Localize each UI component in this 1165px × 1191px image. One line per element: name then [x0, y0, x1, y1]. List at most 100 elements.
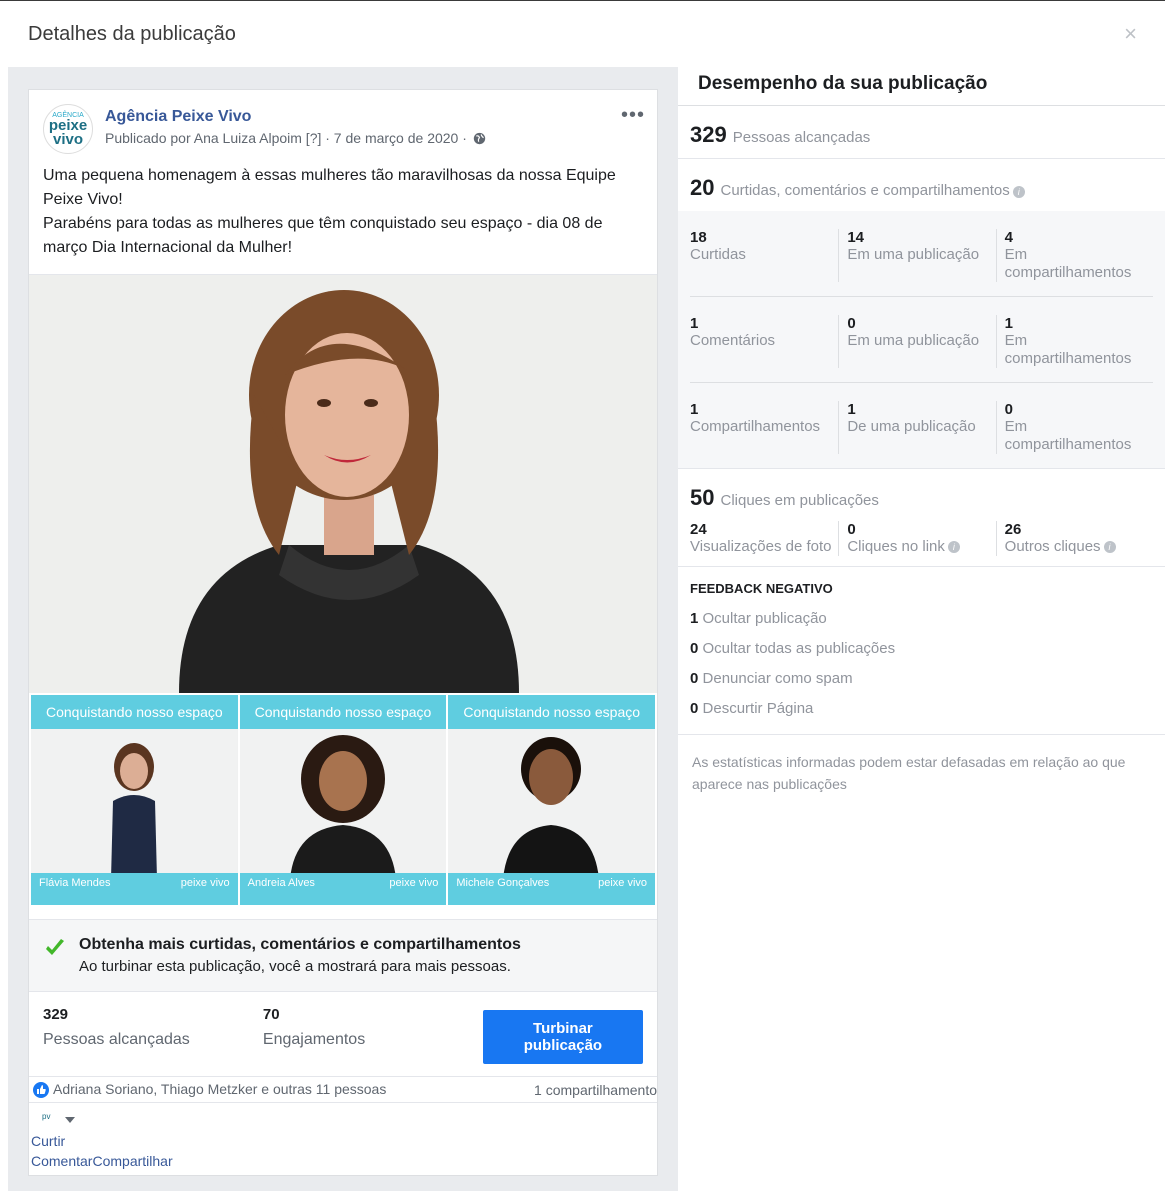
cell-number: 1 [847, 401, 856, 418]
cell-number: 26 [1004, 521, 1022, 538]
cell-label: Cliques no link i [847, 538, 995, 556]
cell-label: Em compartilhamentos [1004, 246, 1132, 281]
cell-number: 1 [1004, 315, 1013, 332]
post-card: AGÊNCIA peixe vivo Agência Peixe Vivo Pu… [28, 89, 658, 1177]
negative-feedback-grid: 1 Ocultar publicação 0 Ocultar todas as … [678, 604, 1165, 734]
neg-count: 1 [690, 610, 699, 627]
dialog-title: Detalhes da publicação [28, 22, 236, 45]
info-icon[interactable]: i [947, 541, 960, 554]
cell-number: 1 [690, 401, 699, 418]
like-action[interactable]: Curtir [31, 1131, 655, 1151]
breakdown-cell: 1 Comentários [690, 315, 838, 368]
post-stats: 329 Pessoas alcançadas 70 Engajamentos T… [29, 992, 657, 1077]
engagement-stat: 70 Engajamentos [263, 1006, 483, 1049]
cell-label-text: Outros cliques [1004, 538, 1101, 555]
performance-panel: Desempenho da sua publicação 329 Pessoas… [678, 67, 1165, 1191]
thumbnail-1[interactable]: Conquistando nosso espaço Flávia Mendes … [31, 695, 238, 905]
cell-number: 0 [847, 315, 856, 332]
reach-total-label: Pessoas alcançadas [732, 129, 871, 146]
shares-count[interactable]: 1 compartilhamento [534, 1082, 657, 1098]
cell-label: Comentários [690, 332, 776, 349]
woman-photo-image [31, 729, 237, 879]
main-photo[interactable] [29, 274, 657, 693]
reach-stat: 329 Pessoas alcançadas [43, 1006, 263, 1049]
cell-number: 0 [847, 521, 856, 538]
post-details-dialog: Detalhes da publicação × AGÊNCIA peixe v… [0, 0, 1165, 1191]
cell-label: Outros cliques i [1005, 538, 1153, 556]
close-icon[interactable]: × [1124, 21, 1137, 47]
breakdown-cell: 1 De uma publicação [838, 401, 995, 454]
reactions-bar: Adriana Soriano, Thiago Metzker e outras… [29, 1077, 657, 1104]
reach-total: 329 [690, 122, 727, 147]
reactors-text: Adriana Soriano, Thiago Metzker e outras… [53, 1081, 387, 1097]
checkmark-icon [46, 939, 64, 955]
cell-label: Compartilhamentos [690, 418, 821, 435]
thumb-footer: Andreia Alves peixe vivo [239, 873, 447, 905]
more-options-icon[interactable]: ••• [621, 104, 645, 127]
comment-action[interactable]: Comentar [31, 1153, 92, 1169]
photo-thumbnails: Conquistando nosso espaço Flávia Mendes … [29, 695, 657, 905]
boost-prompt: Obtenha mais curtidas, comentários e com… [29, 919, 657, 992]
post-preview-panel: AGÊNCIA peixe vivo Agência Peixe Vivo Pu… [8, 67, 678, 1191]
clicks-breakdown: 24 Visualizações de foto 0 Cliques no link… [678, 521, 1165, 567]
thumb-heading: Conquistando nosso espaço [31, 695, 238, 729]
thumb-person-name: Flávia Mendes [39, 877, 111, 889]
thumb-logo-text: peixe vivo [389, 877, 439, 889]
info-icon[interactable]: i [1012, 186, 1025, 198]
reactors[interactable]: Adriana Soriano, Thiago Metzker e outras… [33, 1081, 387, 1099]
cell-label: Em compartilhamentos [1004, 418, 1132, 453]
cell-label: Curtidas [690, 246, 746, 263]
post-meta-text: Publicado por Ana Luiza Alpoim [?] · 7 d… [105, 130, 467, 146]
breakdown-cell: 0 Em uma publicação [838, 315, 995, 368]
cell-label: Em uma publicação [847, 246, 980, 263]
like-icon [33, 1082, 49, 1099]
thumb-footer: Michele Gonçalves peixe vivo [448, 873, 656, 905]
neg-item: 1 Ocultar publicação [690, 604, 924, 634]
boost-post-button[interactable]: Turbinar publicação [482, 1010, 644, 1064]
thumb-logo-text: peixe vivo [598, 877, 648, 889]
neg-label: Descurtir Página [702, 700, 814, 717]
engagement-total: 20 [690, 175, 715, 200]
comment-share-actions: ComentarCompartilhar [31, 1151, 655, 1171]
cell-label: De uma publicação [847, 418, 976, 435]
engagement-total-label: Curtidas, comentários e compartilhamento… [720, 182, 1010, 199]
shares-row: 1 Compartilhamentos 1 De uma publicação 0E… [690, 383, 1153, 468]
cell-number: 14 [847, 229, 865, 246]
cell-number: 24 [690, 521, 707, 538]
page-avatar[interactable]: AGÊNCIA peixe vivo [43, 104, 93, 154]
thumb-heading: Conquistando nosso espaço [448, 695, 656, 729]
info-icon[interactable]: i [1103, 541, 1116, 554]
neg-item: 0 Denunciar como spam [690, 664, 924, 694]
page-name-link[interactable]: Agência Peixe Vivo [105, 108, 486, 126]
engagement-label: Engajamentos [262, 1031, 366, 1048]
boost-title: Obtenha mais curtidas, comentários e com… [79, 936, 521, 953]
thumb-person-name: Michele Gonçalves [456, 877, 550, 889]
clicks-total: 50 [690, 485, 715, 510]
share-action[interactable]: Compartilhar [92, 1153, 172, 1169]
neg-item: 0 Ocultar todas as publicações [690, 634, 924, 664]
thumbnail-3[interactable]: Conquistando nosso espaço Michele Gonçal… [448, 695, 656, 905]
cell-number: 4 [1004, 229, 1013, 246]
engagement-breakdown: 18 Curtidas 14 Em uma publicação 4 Em compa… [678, 211, 1165, 468]
dialog-header: Detalhes da publicação × [0, 1, 1165, 67]
breakdown-cell: 1 Em compartilhamentos [995, 315, 1153, 368]
neg-label: Denunciar como spam [702, 670, 853, 687]
breakdown-cell: 1 Compartilhamentos [690, 401, 838, 454]
cell-number: 1 [690, 315, 699, 332]
reach-summary: 329 Pessoas alcançadas [678, 106, 1165, 159]
engagement-number: 70 [262, 1006, 280, 1023]
breakdown-cell: 0 Em compartilhamentos [995, 401, 1153, 454]
likes-row: 18 Curtidas 14 Em uma publicação 4 Em compa… [690, 211, 1153, 297]
thumb-heading: Conquistando nosso espaço [239, 695, 447, 729]
thumbnail-2[interactable]: Conquistando nosso espaço Andreia Alves … [239, 695, 447, 905]
cell-label-text: Cliques no link [847, 538, 945, 555]
thumb-person-name: Andreia Alves [247, 877, 315, 889]
neg-item: 0 Descurtir Página [690, 694, 924, 724]
post-meta: Publicado por Ana Luiza Alpoim [?] · 7 d… [105, 130, 486, 146]
cell-label: Em compartilhamentos [1004, 332, 1132, 367]
boost-subtitle: Ao turbinar esta publicação, você a most… [79, 958, 511, 975]
actor-selector[interactable]: pv [31, 1109, 655, 1131]
neg-count: 0 [690, 670, 699, 687]
woman-photo-image [448, 729, 655, 879]
thumb-footer: Flávia Mendes peixe vivo [31, 873, 238, 905]
